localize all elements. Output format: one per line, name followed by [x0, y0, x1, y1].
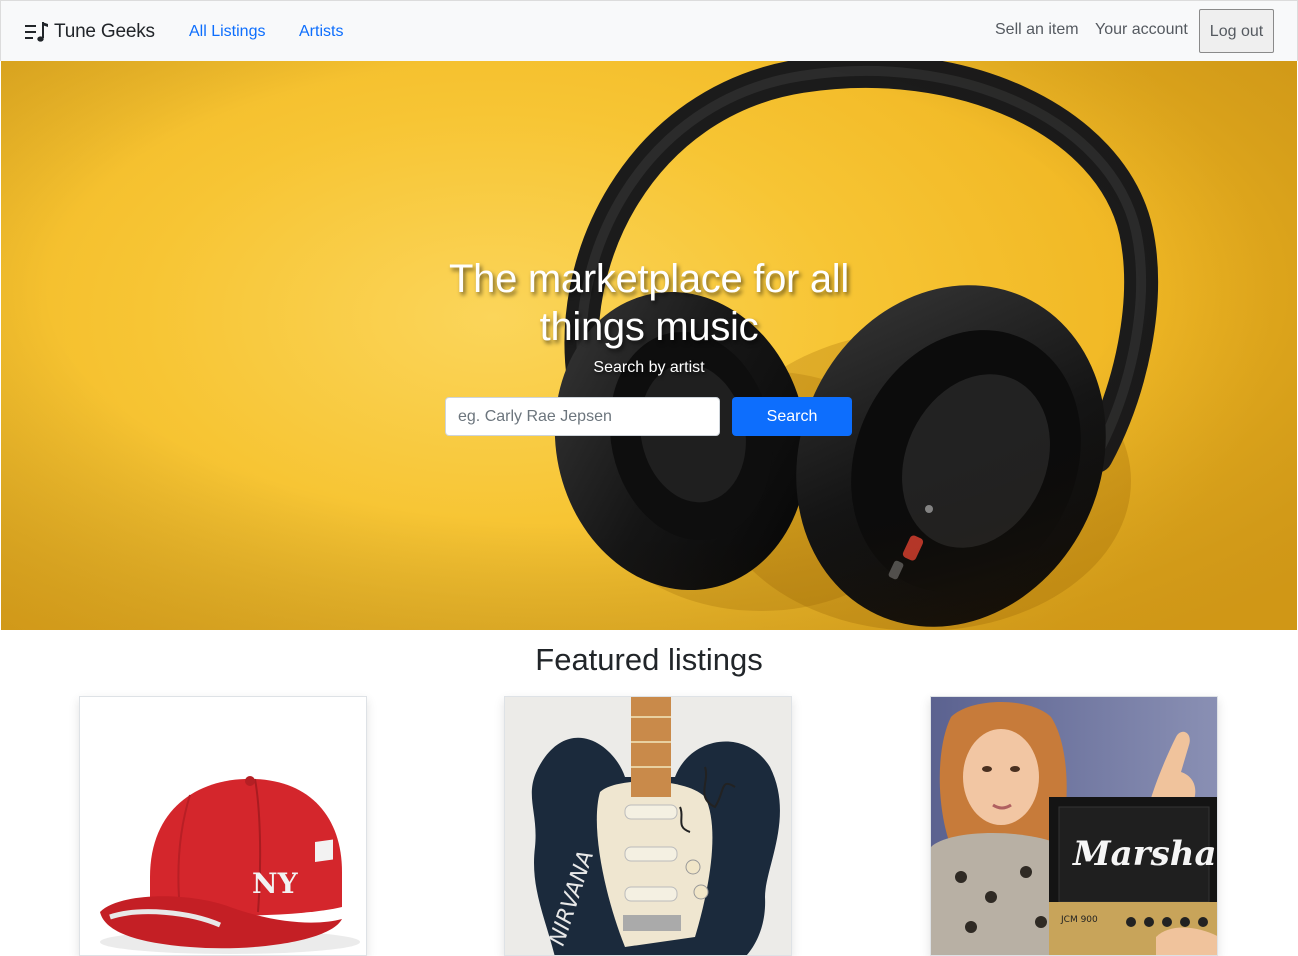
- featured-card-cap[interactable]: NY: [79, 696, 367, 956]
- hero-subtitle: Search by artist: [593, 359, 705, 376]
- nav-sell-item[interactable]: Sell an item: [995, 19, 1079, 41]
- amp-jcm-label: JCM 900: [1060, 915, 1098, 925]
- artist-search-input[interactable]: [445, 397, 720, 436]
- red-baseball-cap-image: NY: [80, 697, 366, 955]
- signed-nirvana-guitar-image: NIRVANA: [505, 697, 791, 955]
- featured-listings-heading: Featured listings: [535, 642, 763, 677]
- logout-button[interactable]: Log out: [1199, 9, 1274, 53]
- brand-link[interactable]: Tune Geeks: [25, 19, 155, 45]
- hero-banner: The marketplace for all things music Sea…: [1, 61, 1297, 630]
- amp-marshall-logo: Marshall: [1072, 834, 1218, 874]
- featured-card-amp[interactable]: Marshall JCM 900: [930, 696, 1218, 956]
- brand-name: Tune Geeks: [54, 21, 155, 42]
- nav-all-listings[interactable]: All Listings: [189, 21, 265, 43]
- nav-your-account[interactable]: Your account: [1095, 19, 1188, 41]
- featured-card-guitar[interactable]: NIRVANA: [504, 696, 792, 956]
- marshall-amp-image: Marshall JCM 900: [931, 697, 1218, 955]
- music-list-icon: [25, 22, 48, 42]
- cap-ny-logo: NY: [252, 867, 299, 900]
- top-navbar: Tune Geeks All Listings Artists Sell an …: [0, 0, 1298, 61]
- hero-title: The marketplace for all things music: [449, 257, 849, 349]
- search-button[interactable]: Search: [732, 397, 852, 436]
- nav-artists[interactable]: Artists: [299, 21, 343, 43]
